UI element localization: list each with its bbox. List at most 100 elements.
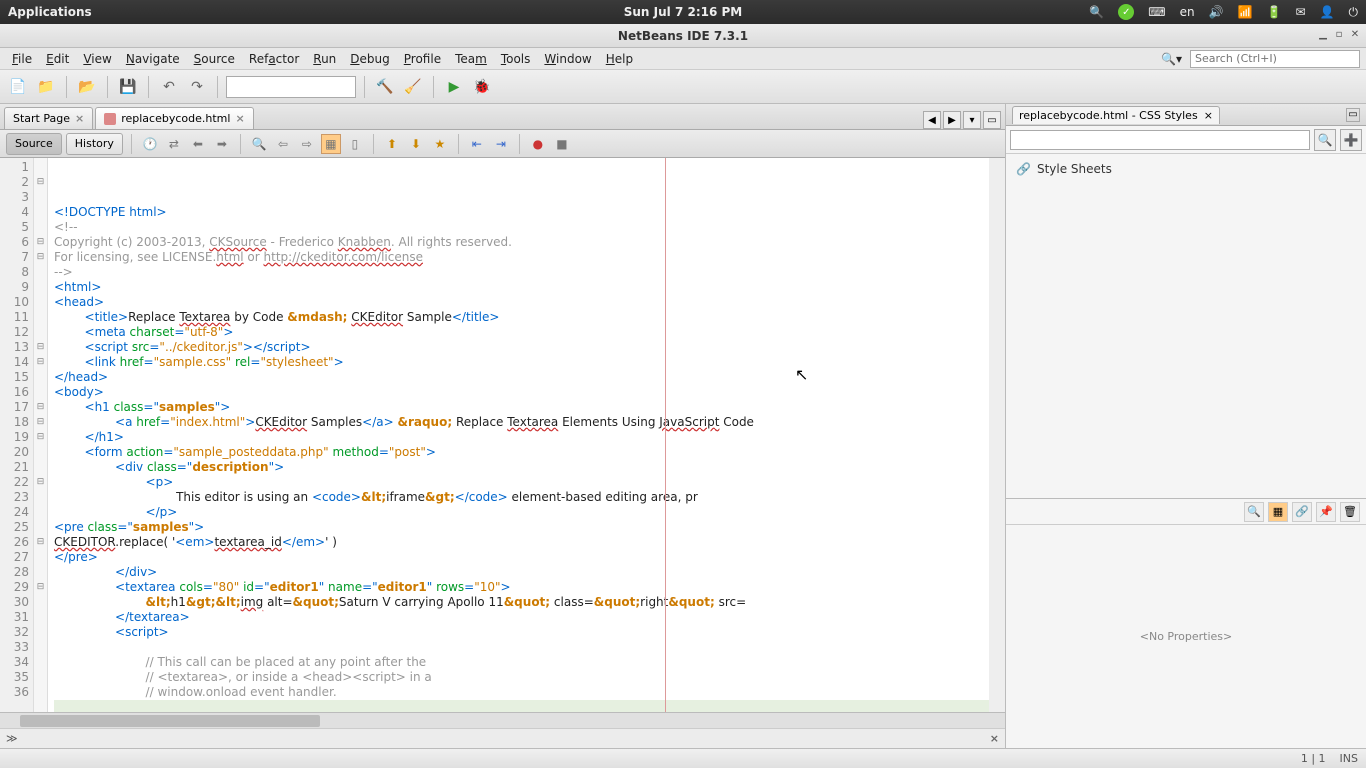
- stylesheet-icon: 🔗: [1016, 162, 1031, 176]
- link-icon[interactable]: 🔗: [1292, 502, 1312, 522]
- wifi-icon[interactable]: 📶: [1238, 5, 1253, 19]
- user-icon[interactable]: 👤: [1320, 5, 1335, 19]
- editor-toolbar: Source History 🕐 ⇄ ⬅ ➡ 🔍 ⇦ ⇨ ▦ ▯ ⬆ ⬇ ★ ⇤…: [0, 130, 1005, 158]
- shift-left-icon[interactable]: ⇤: [467, 134, 487, 154]
- horizontal-scrollbar[interactable]: [0, 712, 1005, 728]
- history-view-button[interactable]: History: [66, 133, 123, 155]
- html-file-icon: [104, 113, 116, 125]
- new-project-button[interactable]: 📁: [34, 75, 58, 99]
- code-content[interactable]: <!DOCTYPE html><!--Copyright (c) 2003-20…: [48, 158, 989, 712]
- add-rule-button[interactable]: ➕: [1340, 129, 1362, 151]
- nav-back-icon[interactable]: ⬅: [188, 134, 208, 154]
- tab-prev-button[interactable]: ◀: [923, 111, 941, 129]
- menu-debug[interactable]: Debug: [344, 50, 395, 68]
- config-combo[interactable]: [226, 76, 356, 98]
- breadcrumb-path[interactable]: ≫: [6, 732, 18, 745]
- menu-file[interactable]: File: [6, 50, 38, 68]
- close-breadcrumb-icon[interactable]: ×: [990, 732, 999, 745]
- menu-tools[interactable]: Tools: [495, 50, 537, 68]
- css-styles-tab[interactable]: replacebycode.html - CSS Styles ×: [1012, 106, 1220, 124]
- menu-view[interactable]: View: [77, 50, 117, 68]
- menu-edit[interactable]: Edit: [40, 50, 75, 68]
- menu-navigate[interactable]: Navigate: [120, 50, 186, 68]
- menu-run[interactable]: Run: [307, 50, 342, 68]
- menu-source[interactable]: Source: [188, 50, 241, 68]
- source-view-button[interactable]: Source: [6, 133, 62, 155]
- last-edit-icon[interactable]: 🕐: [140, 134, 160, 154]
- filter-button[interactable]: 🔍: [1314, 129, 1336, 151]
- close-icon[interactable]: ×: [1204, 109, 1213, 122]
- prev-bookmark-icon[interactable]: ⬆: [382, 134, 402, 154]
- diff-icon[interactable]: ⇄: [164, 134, 184, 154]
- build-button[interactable]: 🔨: [373, 75, 397, 99]
- debug-button[interactable]: 🐞: [470, 75, 494, 99]
- close-icon[interactable]: ×: [235, 112, 244, 125]
- macro-record-icon[interactable]: ●: [528, 134, 548, 154]
- stylesheets-node[interactable]: 🔗 Style Sheets: [1016, 160, 1356, 178]
- stylesheets-label: Style Sheets: [1037, 162, 1112, 176]
- menu-help[interactable]: Help: [600, 50, 639, 68]
- tab-list-button[interactable]: ▾: [963, 111, 981, 129]
- shift-right-icon[interactable]: ⇥: [491, 134, 511, 154]
- window-titlebar: NetBeans IDE 7.3.1 ▁ ▫ ✕: [0, 24, 1366, 48]
- delete-icon[interactable]: 🗑: [1340, 502, 1360, 522]
- tab-replacebycode[interactable]: replacebycode.html ×: [95, 107, 253, 129]
- insert-mode[interactable]: INS: [1340, 752, 1358, 765]
- nav-fwd-icon[interactable]: ➡: [212, 134, 232, 154]
- main-toolbar: 📄 📁 📂 💾 ↶ ↷ 🔨 🧹 ▶ 🐞: [0, 70, 1366, 104]
- close-button[interactable]: ✕: [1348, 29, 1362, 43]
- breadcrumb-bar: ≫ ×: [0, 728, 1005, 748]
- quicksearch-input[interactable]: [1190, 50, 1360, 68]
- find-selection-icon[interactable]: 🔍: [249, 134, 269, 154]
- quicksearch-icon: 🔍▾: [1155, 50, 1188, 68]
- toggle-bookmark-icon[interactable]: ★: [430, 134, 450, 154]
- search-icon[interactable]: 🔍: [1089, 5, 1104, 19]
- menu-window[interactable]: Window: [538, 50, 597, 68]
- line-gutter: 1234567891011121314151617181920212223242…: [0, 158, 34, 712]
- code-editor[interactable]: 1234567891011121314151617181920212223242…: [0, 158, 1005, 712]
- new-file-button[interactable]: 📄: [6, 75, 30, 99]
- toggle-rectangular-icon[interactable]: ▯: [345, 134, 365, 154]
- search-props-icon[interactable]: 🔍: [1244, 502, 1264, 522]
- redo-button[interactable]: ↷: [185, 75, 209, 99]
- keyboard-icon[interactable]: ⌨: [1148, 5, 1165, 19]
- menu-profile[interactable]: Profile: [398, 50, 447, 68]
- menu-team[interactable]: Team: [449, 50, 493, 68]
- next-bookmark-icon[interactable]: ⬇: [406, 134, 426, 154]
- pin-icon[interactable]: 📌: [1316, 502, 1336, 522]
- language-indicator[interactable]: en: [1180, 5, 1195, 19]
- mail-icon[interactable]: ✉: [1295, 5, 1305, 19]
- run-button[interactable]: ▶: [442, 75, 466, 99]
- open-project-button[interactable]: 📂: [75, 75, 99, 99]
- system-clock[interactable]: Sun Jul 7 2:16 PM: [624, 5, 743, 19]
- css-styles-panel: replacebycode.html - CSS Styles × ▭ 🔍 ➕ …: [1006, 104, 1366, 748]
- toggle-highlight-icon[interactable]: ▦: [321, 134, 341, 154]
- macro-stop-icon[interactable]: ■: [552, 134, 572, 154]
- applications-menu[interactable]: Applications: [8, 5, 92, 19]
- close-icon[interactable]: ×: [75, 112, 84, 125]
- tab-start-page[interactable]: Start Page ×: [4, 107, 93, 129]
- maximize-button[interactable]: ▫: [1332, 29, 1346, 43]
- css-filter-input[interactable]: [1010, 130, 1310, 150]
- battery-icon[interactable]: 🔋: [1267, 5, 1282, 19]
- find-next-icon[interactable]: ⇨: [297, 134, 317, 154]
- power-icon[interactable]: ⏻: [1349, 5, 1359, 20]
- window-title: NetBeans IDE 7.3.1: [618, 29, 748, 43]
- clean-build-button[interactable]: 🧹: [401, 75, 425, 99]
- error-stripe[interactable]: [989, 158, 1005, 712]
- volume-icon[interactable]: 🔊: [1209, 5, 1224, 19]
- menu-bar: File Edit View Navigate Source Refactor …: [0, 48, 1366, 70]
- minimize-button[interactable]: ▁: [1316, 29, 1330, 43]
- menu-refactor[interactable]: Refactor: [243, 50, 305, 68]
- fold-column[interactable]: ⊟⊟⊟⊟⊟⊟⊟⊟⊟⊟⊟: [34, 158, 48, 712]
- tab-next-button[interactable]: ▶: [943, 111, 961, 129]
- minimize-panel-icon[interactable]: ▭: [1346, 108, 1360, 122]
- save-all-button[interactable]: 💾: [116, 75, 140, 99]
- find-prev-icon[interactable]: ⇦: [273, 134, 293, 154]
- cursor-position: 1 | 1: [1301, 752, 1326, 765]
- system-bar: Applications Sun Jul 7 2:16 PM 🔍 ✓ ⌨ en …: [0, 0, 1366, 24]
- edit-rules-icon[interactable]: ▦: [1268, 502, 1288, 522]
- update-icon[interactable]: ✓: [1118, 4, 1134, 20]
- tab-maximize-button[interactable]: ▭: [983, 111, 1001, 129]
- undo-button[interactable]: ↶: [157, 75, 181, 99]
